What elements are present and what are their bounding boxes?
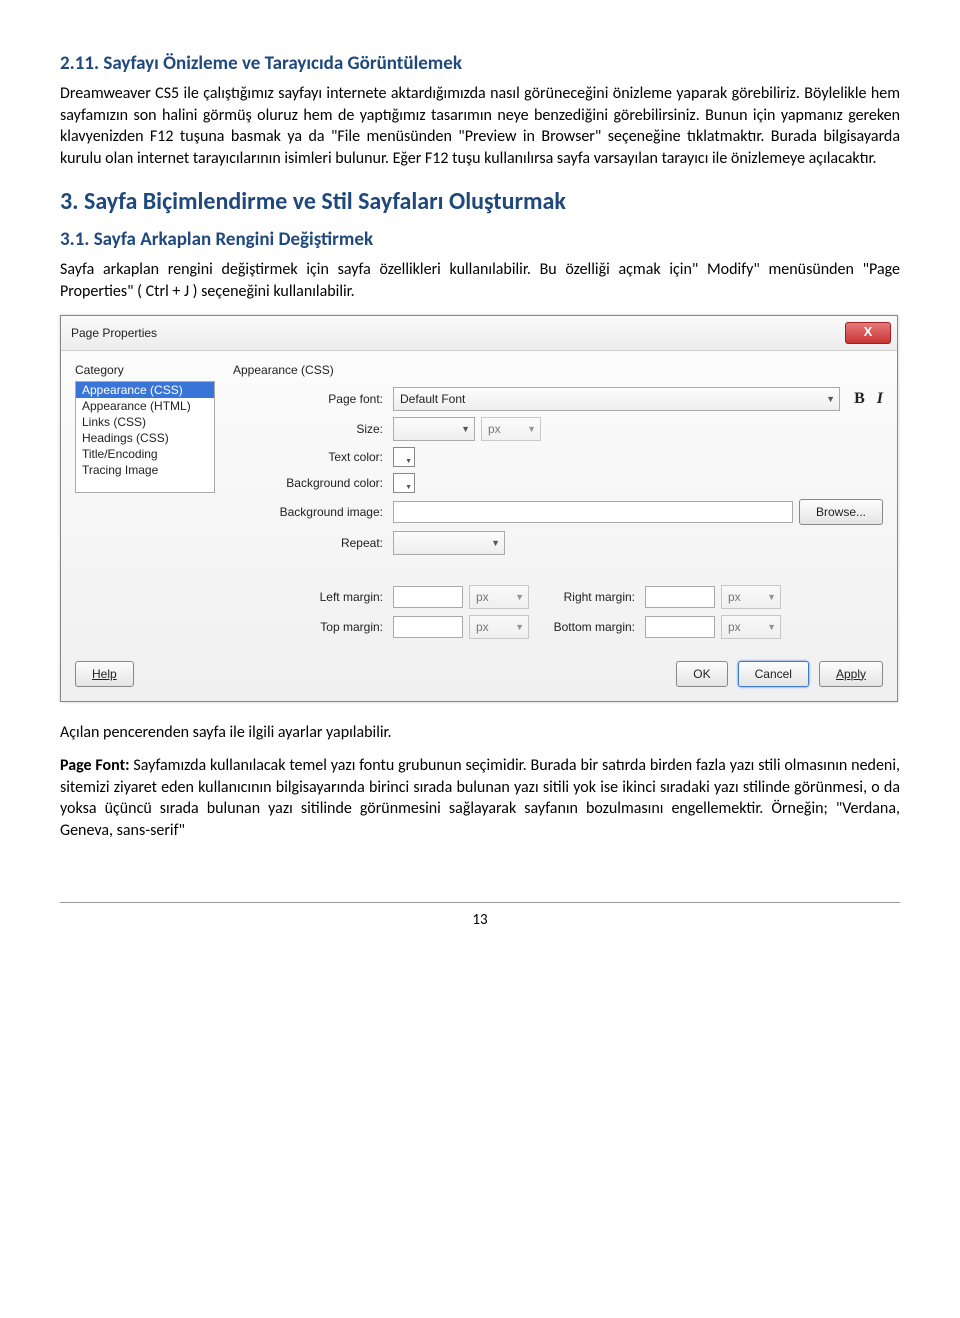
row-bg-image: Background image: Browse... (233, 499, 883, 525)
category-item-links-css[interactable]: Links (CSS) (76, 414, 214, 430)
label-repeat: Repeat: (233, 536, 387, 550)
right-margin-unit[interactable]: px ▼ (721, 585, 781, 609)
text-color-swatch[interactable]: ▼ (393, 447, 415, 467)
chevron-down-icon: ▼ (515, 622, 524, 632)
unit-value: px (728, 590, 741, 604)
unit-value: px (728, 620, 741, 634)
category-item-appearance-html[interactable]: Appearance (HTML) (76, 398, 214, 414)
label-size: Size: (233, 422, 387, 436)
close-button[interactable]: X (845, 322, 891, 344)
row-margins-2: Top margin: px ▼ Bottom margin: px ▼ (233, 615, 883, 639)
label-top-margin: Top margin: (233, 620, 387, 634)
help-label: Help (92, 667, 117, 681)
label-bottom-margin: Bottom margin: (535, 620, 639, 634)
label-page-font: Page font: (233, 392, 387, 406)
label-bg-image: Background image: (233, 505, 387, 519)
unit-value: px (476, 590, 489, 604)
right-margin-input[interactable] (645, 586, 715, 608)
page-font-value: Default Font (400, 392, 465, 406)
page-number: 13 (60, 911, 900, 929)
category-item-headings-css[interactable]: Headings (CSS) (76, 430, 214, 446)
chevron-down-icon: ▼ (826, 394, 835, 404)
dialog-title: Page Properties (71, 326, 157, 340)
heading-3-1: 3.1. Sayfa Arkaplan Rengini Değiştirmek (60, 228, 900, 251)
dialog-titlebar: Page Properties X (61, 316, 897, 351)
dialog-body: Category Appearance (CSS) Appearance (HT… (61, 351, 897, 651)
bg-image-input[interactable] (393, 501, 793, 523)
chevron-down-icon: ▼ (767, 622, 776, 632)
category-item-tracing-image[interactable]: Tracing Image (76, 462, 214, 478)
browse-button[interactable]: Browse... (799, 499, 883, 525)
label-right-margin: Right margin: (535, 590, 639, 604)
form-column: Appearance (CSS) Page font: Default Font… (233, 363, 883, 645)
size-dropdown[interactable]: ▼ (393, 417, 475, 441)
apply-label: Apply (836, 667, 866, 681)
label-left-margin: Left margin: (233, 590, 387, 604)
paragraph-3-1: Sayfa arkaplan rengini değiştirmek için … (60, 259, 900, 302)
top-margin-unit[interactable]: px ▼ (469, 615, 529, 639)
category-label: Category (75, 363, 215, 377)
row-margins-1: Left margin: px ▼ Right margin: px ▼ (233, 585, 883, 609)
page-properties-dialog: Page Properties X Category Appearance (C… (60, 315, 898, 702)
unit-value: px (476, 620, 489, 634)
apply-button[interactable]: Apply (819, 661, 883, 687)
paragraph-after-b: Page Font: Sayfamızda kullanılacak temel… (60, 755, 900, 841)
paragraph-after-a: Açılan pencerenden sayfa ile ilgili ayar… (60, 722, 900, 744)
repeat-dropdown[interactable]: ▼ (393, 531, 505, 555)
chevron-down-icon: ▼ (461, 424, 470, 434)
group-title: Appearance (CSS) (233, 363, 883, 377)
label-text-color: Text color: (233, 450, 387, 464)
paragraph-2-11: Dreamweaver CS5 ile çalıştığımız sayfayı… (60, 83, 900, 169)
bg-color-swatch[interactable]: ▼ (393, 473, 415, 493)
heading-2-11: 2.11. Sayfayı Önizleme ve Tarayıcıda Gör… (60, 52, 900, 75)
size-unit-value: px (488, 422, 501, 436)
label-bg-color: Background color: (233, 476, 387, 490)
chevron-down-icon: ▼ (527, 424, 536, 434)
left-margin-input[interactable] (393, 586, 463, 608)
help-button[interactable]: Help (75, 661, 134, 687)
category-item-title-encoding[interactable]: Title/Encoding (76, 446, 214, 462)
footer-rule (60, 902, 900, 903)
margins-group: Left margin: px ▼ Right margin: px ▼ Top m… (233, 585, 883, 639)
chevron-down-icon: ▼ (515, 592, 524, 602)
page-font-dropdown[interactable]: Default Font ▼ (393, 387, 840, 411)
bottom-margin-input[interactable] (645, 616, 715, 638)
row-repeat: Repeat: ▼ (233, 531, 883, 555)
cancel-button[interactable]: Cancel (738, 661, 809, 687)
bold-button[interactable]: B (854, 390, 865, 408)
category-listbox[interactable]: Appearance (CSS) Appearance (HTML) Links… (75, 381, 215, 493)
bottom-margin-unit[interactable]: px ▼ (721, 615, 781, 639)
row-page-font: Page font: Default Font ▼ B I (233, 387, 883, 411)
left-margin-unit[interactable]: px ▼ (469, 585, 529, 609)
category-item-appearance-css[interactable]: Appearance (CSS) (76, 382, 214, 398)
chevron-down-icon: ▼ (491, 538, 500, 548)
row-text-color: Text color: ▼ (233, 447, 883, 467)
row-size: Size: ▼ px ▼ (233, 417, 883, 441)
size-unit-dropdown[interactable]: px ▼ (481, 417, 541, 441)
chevron-down-icon: ▼ (405, 458, 412, 465)
category-column: Category Appearance (CSS) Appearance (HT… (75, 363, 215, 645)
heading-3: 3. Sayfa Biçimlendirme ve Stil Sayfaları… (60, 187, 900, 216)
italic-button[interactable]: I (877, 390, 883, 408)
dialog-footer: Help OK Cancel Apply (61, 651, 897, 701)
chevron-down-icon: ▼ (767, 592, 776, 602)
top-margin-input[interactable] (393, 616, 463, 638)
row-bg-color: Background color: ▼ (233, 473, 883, 493)
ok-button[interactable]: OK (676, 661, 727, 687)
chevron-down-icon: ▼ (405, 484, 412, 491)
